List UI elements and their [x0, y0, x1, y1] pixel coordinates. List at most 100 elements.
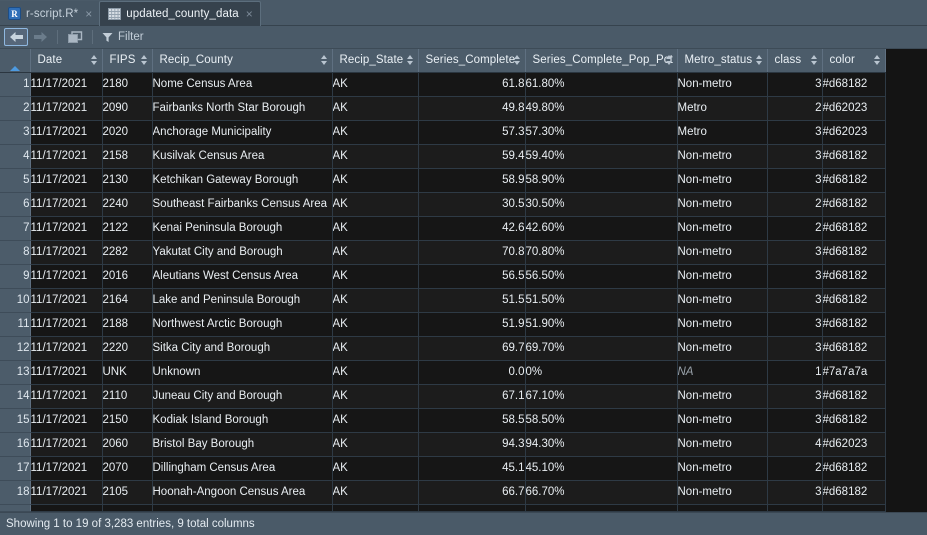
open-in-new-window-button[interactable]: [63, 28, 87, 46]
cell-color: #d68182: [822, 264, 886, 289]
sort-toggle-icon[interactable]: [873, 54, 881, 66]
cell-class: 3: [767, 312, 823, 337]
cell-county: Sitka City and Borough: [152, 336, 333, 361]
sort-toggle-icon[interactable]: [665, 54, 673, 66]
table-row[interactable]: 2 11/17/2021 2090 Fairbanks North Star Boro…: [0, 96, 886, 121]
cell-date: 11/17/2021: [30, 192, 103, 217]
cell-county: Yakutat City and Borough: [152, 240, 333, 265]
cell-sc: 69.7: [418, 336, 526, 361]
row-number: 2: [0, 96, 31, 121]
cell-color: #d68182: [822, 240, 886, 265]
cell-scpp: 30.50%: [525, 192, 678, 217]
cell-scpp: 57.30%: [525, 120, 678, 145]
cell-fips: 2150: [102, 408, 153, 433]
row-number-column-header[interactable]: [0, 49, 31, 73]
table-row[interactable]: [0, 504, 886, 512]
cell-county: Kusilvak Census Area: [152, 144, 333, 169]
cell-sc: 45.1: [418, 456, 526, 481]
sort-toggle-icon[interactable]: [320, 54, 328, 66]
sort-toggle-icon[interactable]: [810, 54, 818, 66]
toolbar-divider: [57, 30, 58, 44]
table-row[interactable]: 11 11/17/2021 2188 Northwest Arctic Borough…: [0, 312, 886, 337]
column-header-class[interactable]: class: [767, 49, 823, 73]
column-header-scpp[interactable]: Series_Complete_Pop_Pct: [525, 49, 678, 73]
table-row[interactable]: 1 11/17/2021 2180 Nome Census Area AK 61.8 61.…: [0, 72, 886, 97]
close-icon[interactable]: ×: [246, 8, 253, 20]
row-number: 1: [0, 72, 31, 97]
cell-scpp: 61.80%: [525, 72, 678, 97]
cell-state: AK: [332, 456, 419, 481]
table-row[interactable]: 16 11/17/2021 2060 Bristol Bay Borough AK 94.…: [0, 432, 886, 457]
cell-state: AK: [332, 240, 419, 265]
sort-toggle-icon[interactable]: [755, 54, 763, 66]
table-row[interactable]: 18 11/17/2021 2105 Hoonah-Angoon Census Are…: [0, 480, 886, 505]
column-header-color[interactable]: color: [822, 49, 886, 73]
cell-sc: 51.9: [418, 312, 526, 337]
sort-toggle-icon[interactable]: [513, 54, 521, 66]
column-header-state[interactable]: Recip_State: [332, 49, 419, 73]
tab-updated-county-data[interactable]: updated_county_data ×: [99, 1, 261, 26]
cell-metro: Metro: [677, 120, 768, 145]
cell-date: [30, 504, 103, 512]
sort-toggle-icon[interactable]: [406, 54, 414, 66]
cell-date: 11/17/2021: [30, 312, 103, 337]
table-row[interactable]: 8 11/17/2021 2282 Yakutat City and Borough A…: [0, 240, 886, 265]
cell-date: 11/17/2021: [30, 120, 103, 145]
cell-county: Hoonah-Angoon Census Area: [152, 480, 333, 505]
data-grid-container[interactable]: Date FIPS Recip_County Recip_State Series_Co…: [0, 49, 927, 512]
table-row[interactable]: 5 11/17/2021 2130 Ketchikan Gateway Borough…: [0, 168, 886, 193]
table-row[interactable]: 15 11/17/2021 2150 Kodiak Island Borough AK 5…: [0, 408, 886, 433]
cell-state: AK: [332, 120, 419, 145]
table-row[interactable]: 3 11/17/2021 2020 Anchorage Municipality AK 5…: [0, 120, 886, 145]
cell-state: [332, 504, 419, 512]
cell-class: 4: [767, 432, 823, 457]
cell-date: 11/17/2021: [30, 456, 103, 481]
cell-metro: Non-metro: [677, 456, 768, 481]
sort-ascending-triangle-icon: [9, 54, 20, 71]
table-row[interactable]: 4 11/17/2021 2158 Kusilvak Census Area AK 59.…: [0, 144, 886, 169]
column-header-sc[interactable]: Series_Complete: [418, 49, 526, 73]
table-row[interactable]: 6 11/17/2021 2240 Southeast Fairbanks Censu…: [0, 192, 886, 217]
column-header-fips[interactable]: FIPS: [102, 49, 153, 73]
cell-date: 11/17/2021: [30, 72, 103, 97]
column-header-date[interactable]: Date: [30, 49, 103, 73]
cell-class: 2: [767, 96, 823, 121]
table-row[interactable]: 13 11/17/2021 UNK Unknown AK 0.0 0% NA 1 #7a7a7a: [0, 360, 886, 385]
forward-button[interactable]: [28, 28, 52, 46]
data-table: Date FIPS Recip_County Recip_State Series_Co…: [0, 49, 886, 512]
cell-state: AK: [332, 336, 419, 361]
table-row[interactable]: 17 11/17/2021 2070 Dillingham Census Area AK…: [0, 456, 886, 481]
cell-fips: 2060: [102, 432, 153, 457]
cell-state: AK: [332, 192, 419, 217]
cell-date: 11/17/2021: [30, 264, 103, 289]
back-button[interactable]: [4, 28, 28, 46]
cell-class: 1: [767, 360, 823, 385]
sort-toggle-icon[interactable]: [140, 54, 148, 66]
cell-class: 3: [767, 480, 823, 505]
filter-label: Filter: [118, 31, 144, 43]
table-row[interactable]: 14 11/17/2021 2110 Juneau City and Borough A…: [0, 384, 886, 409]
cell-fips: 2158: [102, 144, 153, 169]
row-number: 7: [0, 216, 31, 241]
table-row[interactable]: 9 11/17/2021 2016 Aleutians West Census Are…: [0, 264, 886, 289]
cell-date: 11/17/2021: [30, 216, 103, 241]
cell-date: 11/17/2021: [30, 240, 103, 265]
close-icon[interactable]: ×: [85, 8, 92, 20]
tab-r-script[interactable]: R r-script.R* ×: [0, 1, 100, 26]
table-row[interactable]: 7 11/17/2021 2122 Kenai Peninsula Borough AK…: [0, 216, 886, 241]
column-header-county[interactable]: Recip_County: [152, 49, 333, 73]
column-header-metro[interactable]: Metro_status: [677, 49, 768, 73]
table-row[interactable]: 10 11/17/2021 2164 Lake and Peninsula Borou…: [0, 288, 886, 313]
table-row[interactable]: 12 11/17/2021 2220 Sitka City and Borough AK…: [0, 336, 886, 361]
sort-toggle-icon[interactable]: [90, 54, 98, 66]
cell-state: AK: [332, 144, 419, 169]
cell-county: Juneau City and Borough: [152, 384, 333, 409]
cell-fips: 2016: [102, 264, 153, 289]
row-number: 14: [0, 384, 31, 409]
cell-sc: 30.5: [418, 192, 526, 217]
cell-color: #d68182: [822, 216, 886, 241]
row-number: 12: [0, 336, 31, 361]
header-row: Date FIPS Recip_County Recip_State Series_Co…: [0, 49, 886, 73]
filter-button[interactable]: Filter: [98, 31, 148, 43]
cell-county: Nome Census Area: [152, 72, 333, 97]
